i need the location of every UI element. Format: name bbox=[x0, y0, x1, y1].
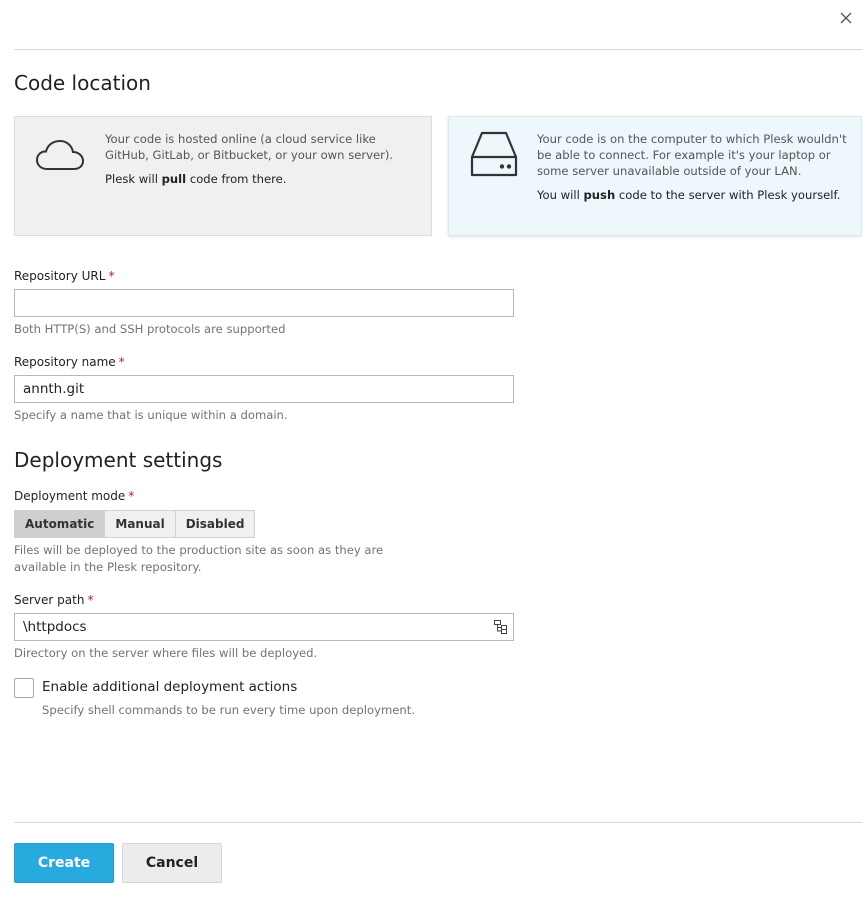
cloud-icon bbox=[29, 139, 91, 173]
server-path-label: Server path * bbox=[14, 593, 94, 607]
close-button[interactable] bbox=[836, 8, 856, 28]
cloud-location-card[interactable]: Your code is hosted online (a cloud serv… bbox=[14, 116, 432, 236]
additional-actions-label[interactable]: Enable additional deployment actions bbox=[42, 679, 297, 695]
repository-url-label: Repository URL * bbox=[14, 269, 115, 283]
additional-actions-checkbox[interactable] bbox=[14, 678, 34, 698]
repository-url-hint: Both HTTP(S) and SSH protocols are suppo… bbox=[14, 322, 286, 336]
additional-actions-hint: Specify shell commands to be run every t… bbox=[42, 703, 415, 717]
cloud-card-action: Plesk will pull code from there. bbox=[105, 172, 287, 186]
directory-tree-icon[interactable] bbox=[493, 619, 509, 635]
hard-drive-icon bbox=[463, 129, 525, 181]
create-button[interactable]: Create bbox=[14, 843, 114, 883]
repository-name-hint: Specify a name that is unique within a d… bbox=[14, 408, 288, 422]
deployment-mode-hint: Files will be deployed to the production… bbox=[14, 543, 384, 574]
close-icon bbox=[840, 12, 852, 24]
required-mark: * bbox=[87, 593, 94, 607]
mode-manual-button[interactable]: Manual bbox=[105, 511, 176, 537]
top-divider bbox=[14, 49, 862, 50]
local-card-description: Your code is on the computer to which Pl… bbox=[537, 132, 847, 178]
required-mark: * bbox=[128, 489, 135, 503]
deployment-mode-selector: Automatic Manual Disabled bbox=[14, 510, 256, 538]
server-path-input[interactable] bbox=[15, 614, 475, 640]
footer-divider bbox=[14, 822, 862, 823]
required-mark: * bbox=[118, 355, 125, 369]
server-path-hint: Directory on the server where files will… bbox=[14, 646, 318, 660]
cloud-card-description: Your code is hosted online (a cloud serv… bbox=[105, 132, 394, 162]
server-path-field bbox=[14, 613, 514, 641]
deployment-mode-label: Deployment mode * bbox=[14, 489, 135, 503]
repository-name-input[interactable] bbox=[14, 375, 514, 403]
deployment-settings-title: Deployment settings bbox=[14, 448, 223, 472]
local-location-card[interactable]: Your code is on the computer to which Pl… bbox=[448, 116, 862, 236]
repository-url-input[interactable] bbox=[14, 289, 514, 317]
mode-automatic-button[interactable]: Automatic bbox=[15, 511, 106, 537]
repository-name-label: Repository name * bbox=[14, 355, 125, 369]
mode-disabled-button[interactable]: Disabled bbox=[175, 511, 255, 537]
local-card-action: You will push code to the server with Pl… bbox=[537, 188, 841, 202]
code-location-title: Code location bbox=[14, 71, 151, 95]
cancel-button[interactable]: Cancel bbox=[122, 843, 222, 883]
required-mark: * bbox=[108, 269, 115, 283]
